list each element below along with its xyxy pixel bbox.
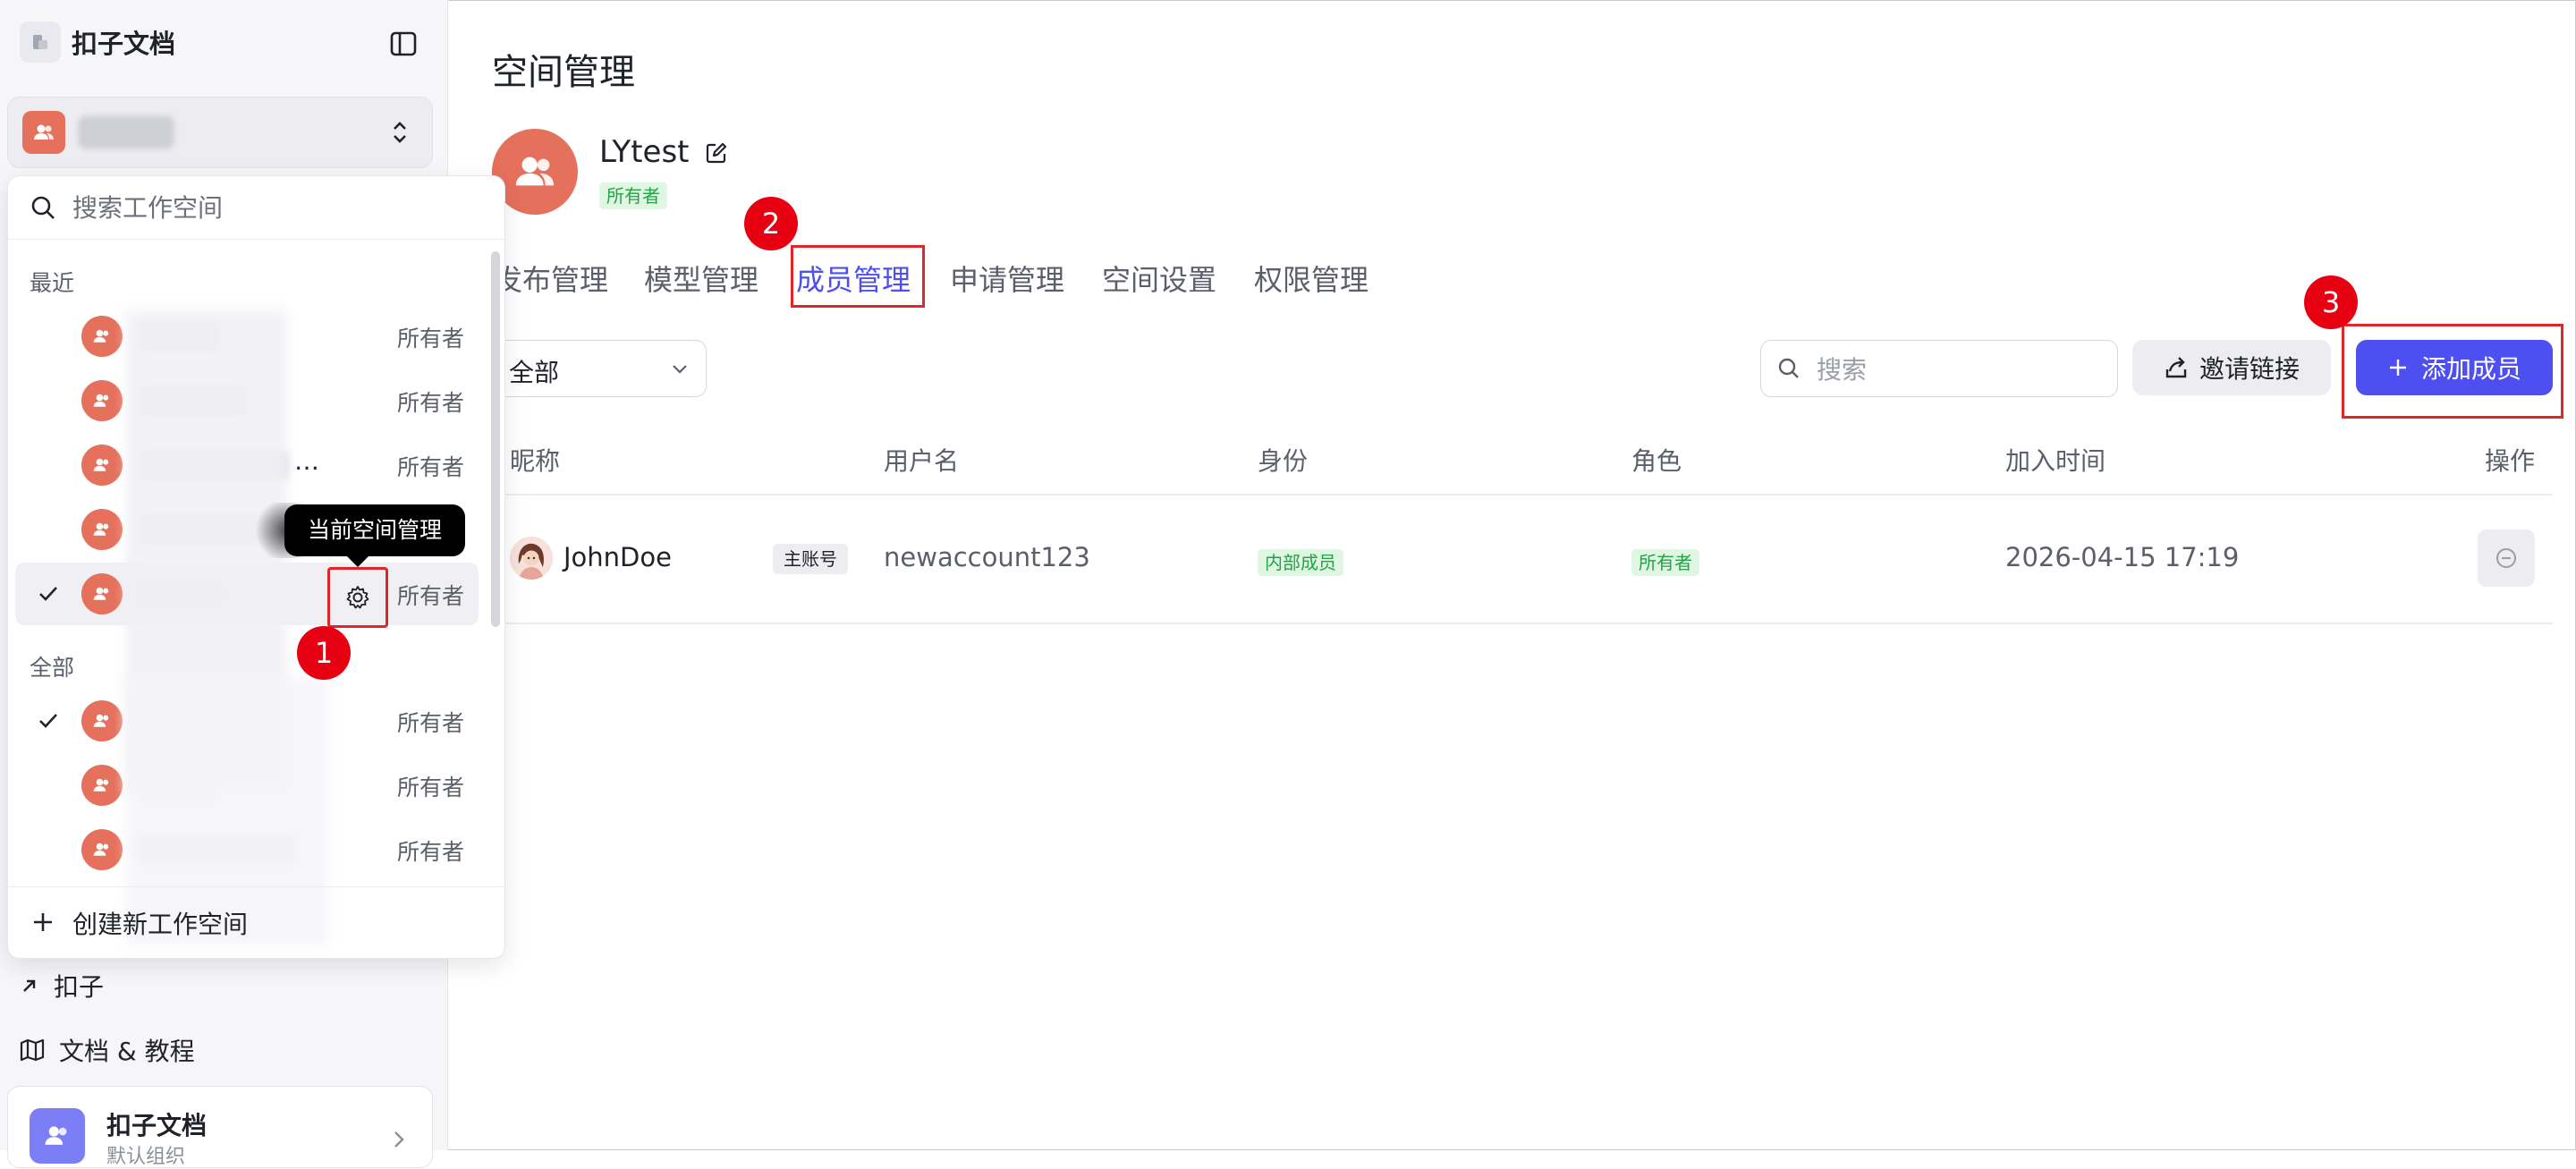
check-icon [39, 587, 57, 601]
workspace-role: 所有者 [396, 390, 464, 416]
column-header-actions: 操作 [2485, 446, 2536, 476]
member-nickname: JohnDoe [564, 542, 672, 572]
chevron-updown-icon [384, 115, 416, 149]
workspace-selector[interactable] [7, 97, 433, 168]
create-workspace-button[interactable]: 创建新工作空间 [8, 886, 504, 958]
table-header-divider [492, 494, 2553, 496]
section-all-label: 全部 [30, 655, 75, 681]
column-header-identity: 身份 [1258, 446, 1309, 476]
workspace-role: 所有者 [396, 775, 464, 801]
sidebar-link-label: 文档 & 教程 [59, 1037, 195, 1066]
member-joined-time: 2026-04-15 17:19 [2005, 542, 2240, 572]
workspace-name-redacted [78, 115, 174, 149]
page-title: 空间管理 [492, 52, 635, 93]
workspace-dropdown: 最近 所有者 所有者 … 所有者 所有者 所有者 全部 所有者 所有者 [7, 175, 505, 959]
settings-tooltip: 当前空间管理 [284, 504, 466, 567]
map-icon [20, 1038, 45, 1062]
workspace-role: 所有者 [396, 583, 464, 609]
workspace-role: 所有者 [396, 454, 464, 480]
tab-space-settings[interactable]: 空间设置 [1102, 258, 1216, 299]
workspace-avatar-icon [81, 445, 123, 486]
workspace-avatar-icon [81, 573, 123, 614]
owner-tag: 所有者 [599, 182, 667, 209]
step-badge-1: 1 [297, 626, 351, 680]
workspace-search-input[interactable] [71, 189, 468, 226]
tab-permissions[interactable]: 权限管理 [1254, 258, 1368, 299]
dropdown-scrollbar[interactable] [491, 251, 500, 627]
plus-icon [34, 913, 52, 931]
workspace-name: LYtest [599, 134, 690, 170]
gear-icon [346, 586, 369, 609]
workspace-role: 所有者 [396, 326, 464, 352]
create-workspace-label: 创建新工作空间 [72, 910, 249, 939]
org-card[interactable]: 扣子文档 默认组织 [7, 1086, 433, 1168]
truncation-ellipsis: … [294, 446, 319, 476]
brand[interactable]: 扣子文档 [20, 21, 175, 63]
tab-applications[interactable]: 申请管理 [950, 258, 1064, 299]
search-icon [31, 196, 55, 219]
workspace-avatar-icon [81, 829, 123, 870]
filter-value: 全部 [509, 358, 560, 387]
coze-doc-logo-icon [20, 21, 61, 63]
workspace-role: 所有者 [396, 710, 464, 736]
arrow-up-right-icon [23, 979, 36, 992]
sidebar-link-docs[interactable]: 文档 & 教程 [20, 1032, 195, 1068]
edit-icon[interactable] [705, 141, 728, 165]
member-role-tag: 所有者 [1631, 549, 1699, 576]
org-card-title: 扣子文档 [106, 1111, 208, 1140]
workspace-search [8, 176, 504, 240]
chevron-right-icon [394, 1131, 404, 1148]
column-header-role: 角色 [1631, 446, 1682, 476]
workspace-avatar-icon [81, 765, 123, 806]
column-header-username: 用户名 [884, 446, 960, 476]
member-identity-tag: 内部成员 [1258, 549, 1343, 576]
tab-publish[interactable]: 发布管理 [492, 258, 608, 299]
highlight-box-add-member [2342, 324, 2563, 419]
highlight-box-members-tab [791, 245, 925, 308]
workspace-avatar-icon [81, 700, 123, 741]
check-icon [39, 714, 57, 728]
step-badge-2: 2 [744, 197, 798, 250]
column-header-joined: 加入时间 [2005, 446, 2106, 476]
search-icon [1778, 358, 1799, 378]
workspace-avatar-icon [81, 380, 123, 421]
workspace-role: 所有者 [396, 839, 464, 865]
invite-link-button[interactable]: 邀请链接 [2132, 340, 2331, 395]
invite-link-label: 邀请链接 [2199, 354, 2300, 384]
member-filter-select[interactable]: 全部 [492, 340, 707, 397]
workspace-avatar-icon [81, 316, 123, 357]
section-recent-label: 最近 [30, 270, 75, 296]
brand-title: 扣子文档 [72, 29, 176, 59]
sidebar-link-label: 扣子 [54, 972, 105, 1002]
chevron-down-icon [673, 365, 687, 374]
share-icon [2165, 357, 2187, 378]
sidebar-toggle-icon[interactable] [386, 27, 420, 61]
member-search-input[interactable] [1815, 352, 2105, 387]
member-username: newaccount123 [884, 542, 1090, 572]
member-search [1760, 340, 2118, 397]
main-account-tag: 主账号 [773, 544, 848, 574]
workspace-avatar-icon [22, 111, 65, 154]
step-badge-3: 3 [2304, 275, 2358, 329]
sidebar-link-coze[interactable]: 扣子 [20, 968, 104, 1004]
column-header-nickname: 昵称 [510, 446, 561, 476]
workspace-settings-button[interactable] [327, 567, 388, 628]
user-avatar [510, 537, 553, 580]
workspace-avatar-icon [81, 509, 123, 550]
remove-member-button[interactable] [2478, 529, 2535, 587]
tab-models[interactable]: 模型管理 [644, 258, 758, 299]
table-row-divider [492, 623, 2553, 624]
org-card-subtitle: 默认组织 [106, 1146, 186, 1168]
org-avatar-icon [30, 1108, 85, 1164]
minus-circle-icon [2496, 548, 2516, 568]
